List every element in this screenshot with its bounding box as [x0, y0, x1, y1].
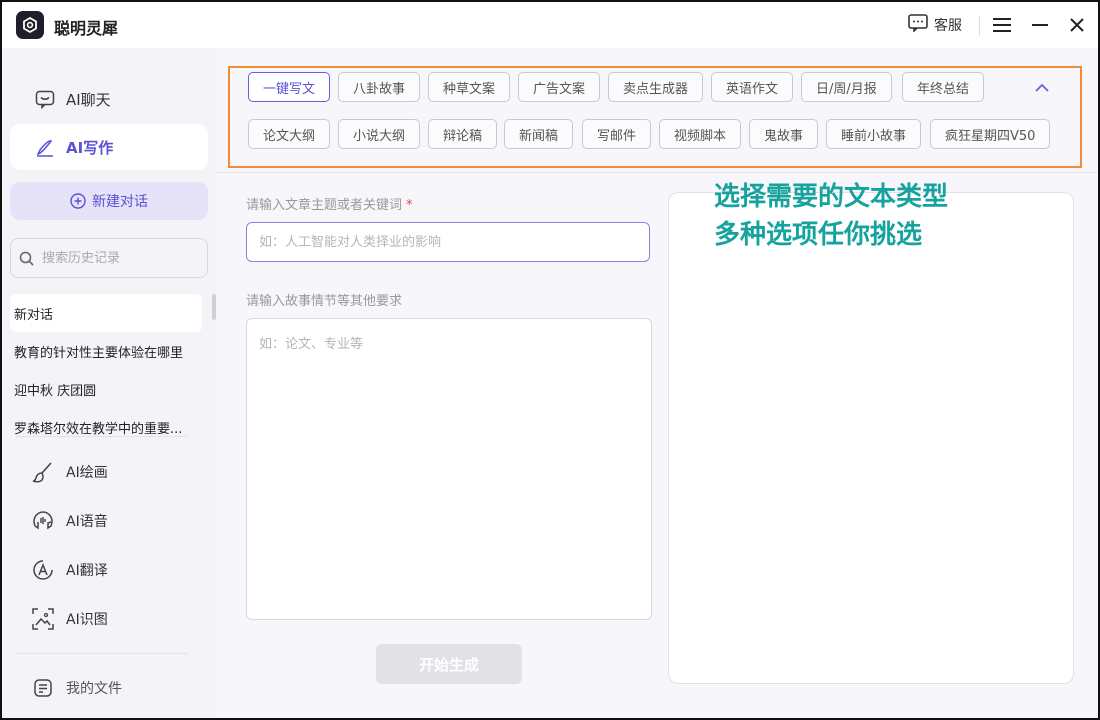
- voice-icon: [32, 510, 54, 532]
- topic-label: 请输入文章主题或者关键词 *: [246, 194, 413, 213]
- app-window: 聪明灵犀 客服 AI聊天 AI写作 新建对话 搜索历史记录 新对话 教育的针对性…: [0, 0, 1100, 720]
- close-button[interactable]: [1064, 12, 1090, 38]
- tag-ad-copy[interactable]: 广告文案: [518, 72, 601, 102]
- tag-press-release[interactable]: 新闻稿: [504, 119, 574, 149]
- plus-circle-icon: [70, 193, 86, 209]
- annotation-line-2: 多种选项任你挑选: [714, 220, 923, 250]
- sidebar-item-label: AI语音: [66, 514, 108, 530]
- extra-requirements-label: 请输入故事情节等其他要求: [246, 294, 403, 309]
- sidebar-item-label: AI识图: [66, 612, 108, 628]
- title-bar: 聪明灵犀 客服: [2, 2, 1098, 48]
- result-panel: [668, 192, 1074, 684]
- image-scan-icon: [32, 608, 54, 630]
- list-item[interactable]: 迎中秋 庆团圆: [2, 370, 206, 408]
- sidebar-item-ai-image-recognition[interactable]: AI识图: [32, 604, 108, 634]
- main-content: 一键写文 八卦故事 种草文案 广告文案 卖点生成器 英语作文 日/周/月报 年终…: [216, 48, 1098, 718]
- header-divider: [216, 172, 1098, 173]
- sidebar-item-ai-chat[interactable]: AI聊天: [10, 76, 208, 122]
- annotation-text: 选择需要的文本类型 多种选项任你挑选: [714, 178, 948, 254]
- extra-requirements-textarea[interactable]: [246, 318, 652, 620]
- sidebar-item-ai-writing[interactable]: AI写作: [10, 124, 208, 170]
- new-chat-label: 新建对话: [92, 194, 148, 210]
- tag-year-end-summary[interactable]: 年终总结: [902, 72, 985, 102]
- app-title: 聪明灵犀: [54, 19, 119, 38]
- app-logo-icon: [16, 11, 44, 39]
- sidebar-item-label: AI写作: [66, 138, 114, 157]
- titlebar-divider: [979, 16, 980, 36]
- tag-periodic-report[interactable]: 日/周/月报: [801, 72, 892, 102]
- tag-ghost-story[interactable]: 鬼故事: [749, 119, 819, 149]
- tag-english-essay[interactable]: 英语作文: [711, 72, 794, 102]
- topic-label-text: 请输入文章主题或者关键词: [246, 198, 403, 213]
- close-icon: [1070, 18, 1084, 32]
- collapse-tags-button[interactable]: [1030, 76, 1054, 100]
- tag-debate-speech[interactable]: 辩论稿: [428, 119, 498, 149]
- file-icon: [32, 677, 54, 699]
- tag-product-seeding[interactable]: 种草文案: [428, 72, 511, 102]
- sidebar-item-label: AI聊天: [66, 90, 111, 109]
- tag-thesis-outline[interactable]: 论文大纲: [248, 119, 331, 149]
- customer-service-label: 客服: [934, 18, 962, 34]
- translate-icon: [32, 559, 54, 581]
- sidebar-item-ai-voice[interactable]: AI语音: [32, 506, 108, 536]
- customer-service-button[interactable]: 客服: [908, 14, 962, 36]
- sidebar-item-label: AI绘画: [66, 465, 108, 481]
- sidebar-divider: [16, 436, 188, 437]
- tag-novel-outline[interactable]: 小说大纲: [338, 119, 421, 149]
- tag-one-click-write[interactable]: 一键写文: [248, 72, 331, 102]
- list-item[interactable]: 教育的针对性主要体验在哪里: [2, 332, 206, 370]
- tag-bedtime-story[interactable]: 睡前小故事: [826, 119, 922, 149]
- tag-write-email[interactable]: 写邮件: [582, 119, 652, 149]
- search-input[interactable]: [40, 249, 204, 267]
- tag-selling-point-generator[interactable]: 卖点生成器: [608, 72, 704, 102]
- sidebar-item-label: 我的文件: [66, 681, 122, 697]
- sidebar-item-label: AI翻译: [66, 563, 108, 579]
- minimize-button[interactable]: [1027, 12, 1053, 38]
- pen-icon: [34, 136, 56, 158]
- required-mark: *: [406, 198, 413, 213]
- generate-button[interactable]: 开始生成: [376, 644, 522, 684]
- tag-crazy-thursday[interactable]: 疯狂星期四V50: [930, 119, 1051, 149]
- message-icon: [908, 14, 928, 36]
- chat-icon: [34, 88, 56, 110]
- sidebar-item-ai-drawing[interactable]: AI绘画: [32, 457, 108, 487]
- list-item[interactable]: 新对话: [10, 294, 202, 332]
- chevron-up-icon: [1035, 83, 1049, 92]
- search-icon: [19, 251, 34, 266]
- new-chat-button[interactable]: 新建对话: [10, 182, 208, 220]
- tag-video-script[interactable]: 视频脚本: [659, 119, 742, 149]
- sidebar-divider: [16, 653, 188, 654]
- brush-icon: [32, 461, 54, 483]
- minimize-icon: [1032, 24, 1048, 26]
- sidebar-item-ai-translate[interactable]: AI翻译: [32, 555, 108, 585]
- topic-input[interactable]: [246, 222, 650, 262]
- sidebar-item-my-files[interactable]: 我的文件: [32, 673, 122, 703]
- sidebar: AI聊天 AI写作 新建对话 新对话 教育的针对性主要体验在哪里 迎中秋 庆团圆…: [2, 48, 216, 718]
- annotation-line-1: 选择需要的文本类型: [714, 182, 949, 212]
- tag-gossip-story[interactable]: 八卦故事: [338, 72, 421, 102]
- list-item[interactable]: 罗森塔尔效在教学中的重要...: [2, 408, 206, 446]
- text-type-tags: 一键写文 八卦故事 种草文案 广告文案 卖点生成器 英语作文 日/周/月报 年终…: [228, 66, 1082, 168]
- menu-icon: [993, 18, 1011, 32]
- history-list: 新对话 教育的针对性主要体验在哪里 迎中秋 庆团圆 罗森塔尔效在教学中的重要..…: [2, 294, 206, 446]
- menu-button[interactable]: [989, 12, 1015, 38]
- history-search: [10, 238, 208, 278]
